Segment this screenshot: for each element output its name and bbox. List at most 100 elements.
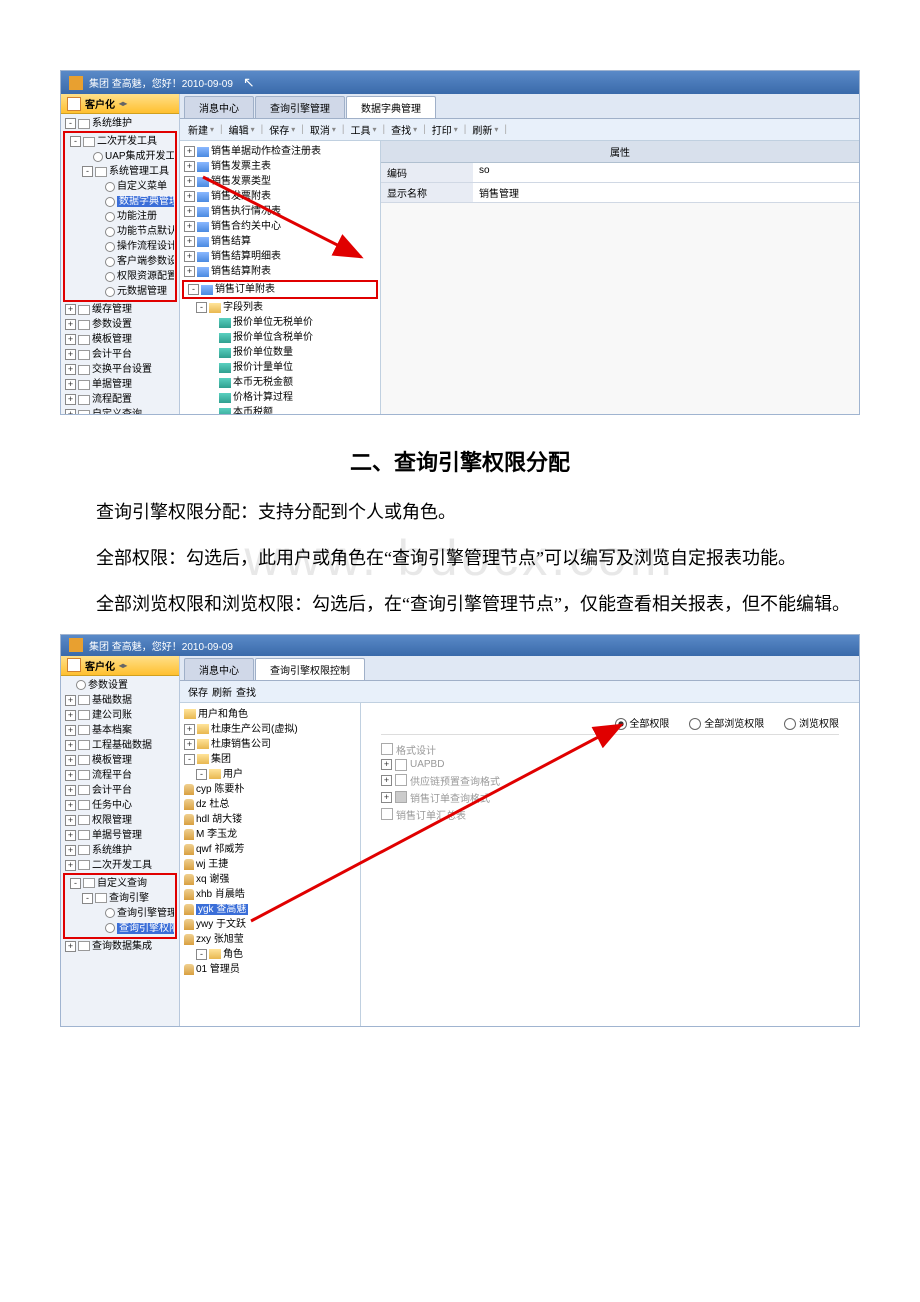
perm-item[interactable]: + 供应链预置查询格式: [381, 772, 839, 789]
sidebar-item[interactable]: +参数设置: [61, 317, 179, 332]
toolbar-button[interactable]: 刷新: [212, 684, 232, 699]
sidebar-item[interactable]: 数据字典管理: [66, 194, 174, 209]
user-item[interactable]: wj 王捷: [180, 857, 360, 872]
tree-expand-icon[interactable]: +: [65, 785, 76, 796]
data-dict-tree[interactable]: +销售单据动作检查注册表+销售发票主表+销售发票类型+销售发票附表+销售执行情况…: [180, 141, 381, 414]
toolbar-button[interactable]: 取消 ▾: [310, 122, 336, 137]
org-item[interactable]: -集团: [180, 752, 360, 767]
dict-tree-item[interactable]: +销售发票主表: [180, 159, 380, 174]
tree-expand-icon[interactable]: +: [184, 236, 195, 247]
sidebar-header[interactable]: 客户化 ◂▸: [61, 94, 179, 114]
sidebar-item[interactable]: -二次开发工具: [66, 134, 174, 149]
user-item[interactable]: qwf 祁威芳: [180, 842, 360, 857]
tab[interactable]: 查询引擎管理: [255, 96, 345, 118]
tree-expand-icon[interactable]: +: [184, 739, 195, 750]
toolbar-button[interactable]: 编辑 ▾: [229, 122, 255, 137]
toolbar-button[interactable]: 新建 ▾: [188, 122, 214, 137]
dict-tree-item[interactable]: +销售结算附表: [180, 264, 380, 279]
checkbox-icon[interactable]: [381, 743, 393, 755]
tree-expand-icon[interactable]: -: [184, 754, 195, 765]
tree-expand-icon[interactable]: -: [188, 284, 199, 295]
tree-expand-icon[interactable]: -: [82, 166, 93, 177]
sidebar-item[interactable]: +自定义查询: [61, 407, 179, 414]
sidebar-item[interactable]: 查询引擎权限控制: [66, 921, 174, 936]
user-item[interactable]: xhb 肖晨皓: [180, 887, 360, 902]
tree-expand-icon[interactable]: +: [65, 364, 76, 375]
tree-expand-icon[interactable]: +: [381, 759, 392, 770]
dict-tree-item[interactable]: 报价计量单位: [180, 360, 380, 375]
org-item[interactable]: +杜康销售公司: [180, 737, 360, 752]
sidebar-item[interactable]: +查询数据集成: [61, 939, 179, 954]
sidebar-item[interactable]: 元数据管理: [66, 284, 174, 299]
toolbar-button[interactable]: 查找: [236, 684, 256, 699]
tree-expand-icon[interactable]: -: [70, 878, 81, 889]
sidebar-item[interactable]: +会计平台: [61, 783, 179, 798]
tab[interactable]: 数据字典管理: [346, 96, 436, 118]
toolbar[interactable]: 新建 ▾|编辑 ▾|保存 ▾|取消 ▾|工具 ▾|查找 ▾|打印 ▾|刷新 ▾|: [180, 119, 859, 141]
user-item[interactable]: M 李玉龙: [180, 827, 360, 842]
dict-tree-item[interactable]: +销售结算: [180, 234, 380, 249]
tree-root[interactable]: 用户和角色: [180, 707, 360, 722]
dict-tree-item[interactable]: 报价单位含税单价: [180, 330, 380, 345]
tab[interactable]: 消息中心: [184, 96, 254, 118]
checkbox-icon[interactable]: [395, 774, 407, 786]
dict-tree-item[interactable]: 本币税额: [180, 405, 380, 414]
checkbox-icon[interactable]: [395, 759, 407, 771]
dict-tree-item[interactable]: +销售发票附表: [180, 189, 380, 204]
dict-tree-item[interactable]: +销售单据动作检查注册表: [180, 144, 380, 159]
sidebar-item[interactable]: 权限资源配置: [66, 269, 174, 284]
sidebar-item[interactable]: +单据号管理: [61, 828, 179, 843]
user-item[interactable]: xq 谢强: [180, 872, 360, 887]
toolbar-button[interactable]: 查找 ▾: [391, 122, 417, 137]
sidebar-item[interactable]: +二次开发工具: [61, 858, 179, 873]
dict-tree-item[interactable]: +销售执行情况表: [180, 204, 380, 219]
tree-expand-icon[interactable]: +: [65, 334, 76, 345]
sidebar-item[interactable]: 参数设置: [61, 678, 179, 693]
sidebar-tree[interactable]: 参数设置+基础数据+建公司账+基本档案+工程基础数据+模板管理+流程平台+会计平…: [61, 676, 179, 956]
toolbar-button[interactable]: 保存 ▾: [269, 122, 295, 137]
sidebar-tree[interactable]: -系统维护-二次开发工具UAP集成开发工具-系统管理工具自定义菜单数据字典管理功…: [61, 114, 179, 414]
sidebar-item[interactable]: +缓存管理: [61, 302, 179, 317]
tree-expand-icon[interactable]: +: [65, 830, 76, 841]
sidebar-item[interactable]: 查询引擎管理: [66, 906, 174, 921]
tree-expand-icon[interactable]: +: [184, 266, 195, 277]
permission-radios[interactable]: 全部权限 全部浏览权限 浏览权限: [381, 711, 839, 735]
tree-expand-icon[interactable]: +: [65, 845, 76, 856]
sidebar-item[interactable]: -查询引擎: [66, 891, 174, 906]
sidebar-item[interactable]: +工程基础数据: [61, 738, 179, 753]
tree-expand-icon[interactable]: -: [196, 949, 207, 960]
permission-tree[interactable]: 格式设计+ UAPBD+ 供应链预置查询格式+ 销售订单查询格式 销售订单汇总表: [381, 741, 839, 823]
sidebar-item[interactable]: 客户端参数设置: [66, 254, 174, 269]
toolbar-button[interactable]: 打印 ▾: [432, 122, 458, 137]
tree-expand-icon[interactable]: +: [65, 695, 76, 706]
tree-expand-icon[interactable]: +: [65, 319, 76, 330]
dict-tree-item[interactable]: +销售合约关中心: [180, 219, 380, 234]
dict-tree-item[interactable]: +销售结算明细表: [180, 249, 380, 264]
user-item[interactable]: zxy 张旭莹: [180, 932, 360, 947]
tree-expand-icon[interactable]: +: [65, 770, 76, 781]
sidebar-item[interactable]: 功能节点默认模: [66, 224, 174, 239]
tree-expand-icon[interactable]: +: [65, 304, 76, 315]
tree-expand-icon[interactable]: +: [65, 800, 76, 811]
user-group[interactable]: -用户: [180, 767, 360, 782]
sidebar-item[interactable]: UAP集成开发工具: [66, 149, 174, 164]
perm-item[interactable]: + UAPBD: [381, 758, 839, 772]
sidebar-item[interactable]: +会计平台: [61, 347, 179, 362]
sidebar-item[interactable]: +单据管理: [61, 377, 179, 392]
user-item[interactable]: ywy 于文跃: [180, 917, 360, 932]
tree-expand-icon[interactable]: +: [184, 146, 195, 157]
sidebar-item[interactable]: +交换平台设置: [61, 362, 179, 377]
tree-expand-icon[interactable]: +: [65, 860, 76, 871]
sidebar-item[interactable]: -系统维护: [61, 116, 179, 131]
checkbox-icon[interactable]: [381, 808, 393, 820]
tree-expand-icon[interactable]: +: [65, 710, 76, 721]
property-value[interactable]: so: [473, 163, 859, 182]
tree-expand-icon[interactable]: +: [184, 221, 195, 232]
sidebar-header[interactable]: 客户化 ◂▸: [61, 656, 179, 676]
tree-expand-icon[interactable]: -: [65, 118, 76, 129]
sidebar-item[interactable]: -自定义查询: [66, 876, 174, 891]
tree-expand-icon[interactable]: +: [184, 724, 195, 735]
main-tabs[interactable]: 消息中心查询引擎权限控制: [180, 656, 859, 681]
tree-expand-icon[interactable]: +: [184, 191, 195, 202]
property-value[interactable]: 销售管理: [473, 183, 859, 202]
